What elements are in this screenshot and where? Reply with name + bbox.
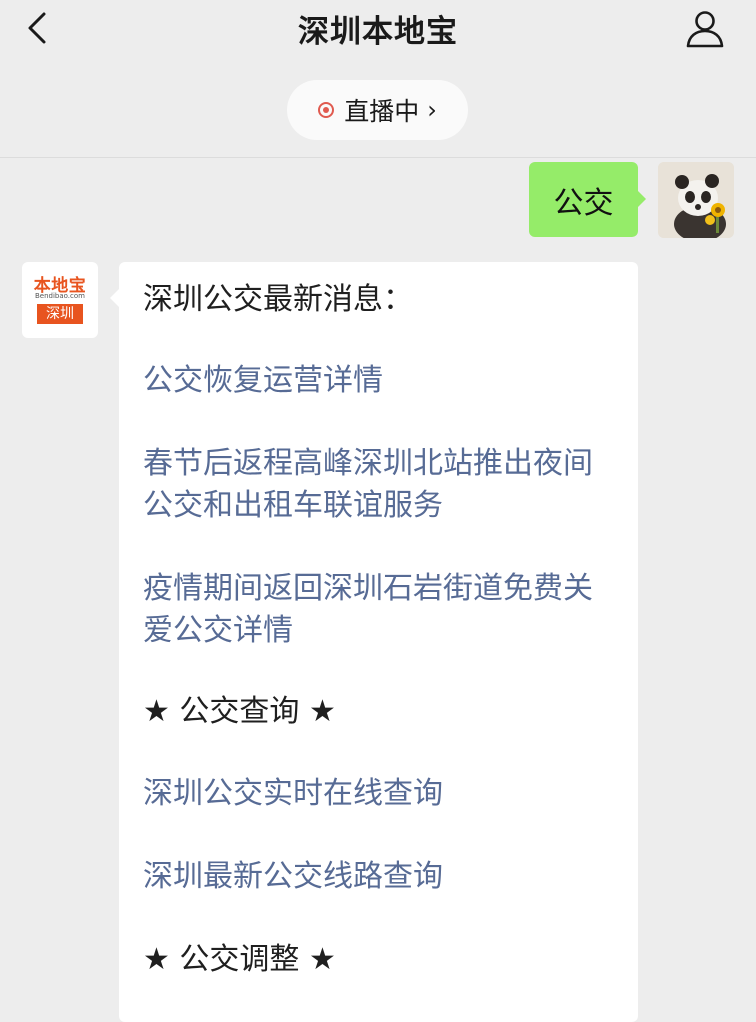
link-realtime-bus-query[interactable]: 深圳公交实时在线查询 bbox=[143, 773, 620, 815]
user-icon bbox=[686, 11, 724, 48]
chevron-right-icon: › bbox=[427, 96, 437, 124]
user-avatar[interactable] bbox=[658, 162, 734, 238]
news-link-shenzhen-north-night-bus[interactable]: 春节后返程高峰深圳北站推出夜间公交和出租车联谊服务 bbox=[143, 443, 620, 527]
live-indicator-icon bbox=[318, 102, 335, 118]
user-message-text: 公交 bbox=[553, 185, 614, 221]
live-label: 直播中 bbox=[344, 97, 420, 126]
live-stream-button[interactable]: 直播中 › bbox=[287, 80, 468, 140]
top-bar: 深圳本地宝 bbox=[0, 0, 756, 60]
user-message-row: 公交 bbox=[529, 162, 734, 238]
section-heading-bus-adjust: ★ 公交调整 ★ bbox=[143, 942, 336, 977]
link-bus-route-query[interactable]: 深圳最新公交线路查询 bbox=[143, 856, 620, 898]
profile-button[interactable] bbox=[684, 8, 726, 50]
panda-plush-avatar-icon bbox=[658, 162, 734, 238]
page-title: 深圳本地宝 bbox=[298, 14, 458, 50]
user-message-bubble[interactable]: 公交 bbox=[529, 162, 646, 237]
message-intro: 深圳公交最新消息： bbox=[143, 282, 413, 317]
bot-message-bubble: 深圳公交最新消息： 公交恢复运营详情 春节后返程高峰深圳北站推出夜间公交和出租车… bbox=[110, 262, 638, 1022]
news-link-bus-resume[interactable]: 公交恢复运营详情 bbox=[143, 360, 620, 402]
section-heading-bus-query: ★ 公交查询 ★ bbox=[143, 694, 336, 729]
divider bbox=[0, 157, 756, 158]
logo-url-text: Bendibao.com bbox=[34, 292, 85, 300]
logo-city-badge: 深圳 bbox=[37, 304, 83, 324]
bot-avatar[interactable]: 本地宝 Bendibao.com 深圳 bbox=[22, 262, 98, 338]
news-link-shiyan-free-bus[interactable]: 疫情期间返回深圳石岩街道免费关爱公交详情 bbox=[143, 568, 620, 652]
